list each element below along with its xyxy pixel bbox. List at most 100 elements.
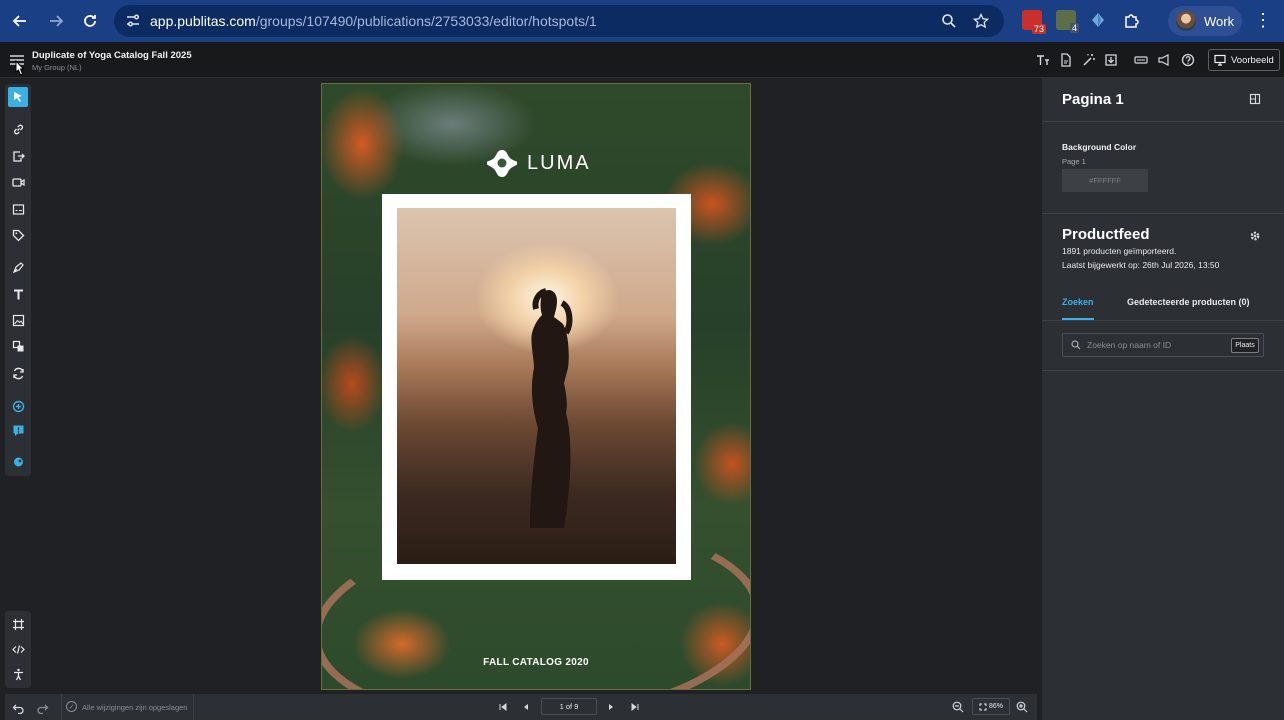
pen-tool[interactable]: [8, 257, 28, 277]
comment-tool[interactable]: [8, 420, 28, 440]
integration-tool[interactable]: [8, 451, 28, 471]
back-button[interactable]: [6, 7, 34, 35]
magic-wand-icon[interactable]: [1082, 53, 1096, 67]
search-icon: [1071, 340, 1081, 350]
zoom-out-icon[interactable]: [950, 699, 966, 715]
product-tag-tool[interactable]: [8, 225, 28, 245]
product-search-input[interactable]: [1087, 340, 1225, 350]
zoom-level-text: 86%: [988, 703, 1003, 710]
select-tool[interactable]: [8, 87, 28, 107]
reload-icon: [84, 15, 96, 27]
gear-icon[interactable]: [1248, 229, 1262, 243]
embed-code-tool[interactable]: [8, 639, 28, 659]
brand-name: LUMA: [527, 151, 591, 174]
divider: [1042, 320, 1284, 321]
preview-button[interactable]: Voorbeeld: [1208, 49, 1280, 71]
yoga-photo: [397, 208, 676, 564]
profile-label: Work: [1204, 13, 1235, 29]
zoom-level[interactable]: 86%: [972, 698, 1010, 715]
secondary-tool-palette: [5, 611, 31, 688]
forward-button[interactable]: [42, 7, 70, 35]
avatar: [1176, 11, 1196, 31]
undo-icon[interactable]: [10, 699, 26, 715]
page-link-tool[interactable]: [8, 146, 28, 166]
video-tool[interactable]: [8, 172, 28, 192]
redo-icon[interactable]: [34, 699, 50, 715]
productfeed-title: Productfeed: [1062, 226, 1150, 243]
layers-icon: [12, 340, 23, 351]
cursor-arrow-icon: [14, 92, 22, 102]
site-settings-icon[interactable]: [124, 12, 142, 30]
360-tool[interactable]: [8, 199, 28, 219]
page-arrow-icon: [12, 150, 25, 162]
diamond-extension-icon[interactable]: [1088, 10, 1108, 30]
link-tool[interactable]: [8, 119, 28, 139]
crop-grid-icon: [12, 618, 24, 630]
keyboard-icon[interactable]: [1134, 53, 1148, 67]
video-camera-icon: [11, 177, 25, 187]
replace-tool[interactable]: [8, 363, 28, 383]
save-status: ✓ Alle wijzigingen zijn opgeslagen: [61, 694, 195, 720]
droplet-gear-icon: [13, 457, 23, 466]
image-tool[interactable]: [8, 310, 28, 330]
tab-search[interactable]: Zoeken: [1062, 297, 1094, 307]
calendar-extension-icon[interactable]: 73: [1022, 10, 1046, 34]
browser-menu-icon[interactable]: ⋮: [1254, 11, 1272, 29]
extension-badge: 4: [1069, 23, 1079, 33]
properties-panel: Pagina 1 Background Color Page 1 #FFFFFF…: [1042, 78, 1284, 720]
url-host: app.publitas.com: [150, 13, 256, 29]
download-icon[interactable]: [1104, 53, 1118, 67]
accessibility-tool[interactable]: [8, 664, 28, 684]
product-search-box: Plaats: [1062, 333, 1264, 357]
luma-logo-icon: [487, 150, 517, 177]
background-color-sublabel: Page 1: [1062, 157, 1086, 166]
pdf-file-icon[interactable]: [1059, 53, 1073, 67]
last-page-icon[interactable]: [627, 699, 643, 715]
extension-badge: 73: [1031, 24, 1046, 34]
divider: [1042, 370, 1284, 371]
group-name: My Group (NL): [32, 63, 82, 72]
app-header: Duplicate of Yoga Catalog Fall 2025 My G…: [0, 42, 1284, 78]
next-page-icon[interactable]: [603, 699, 619, 715]
panel-title: Pagina 1: [1062, 91, 1124, 108]
bottom-toolbar: ✓ Alle wijzigingen zijn opgeslagen 1 of …: [5, 694, 1037, 720]
zoom-icon[interactable]: [940, 12, 958, 30]
crop-tool[interactable]: [8, 614, 28, 634]
panorama-icon: [12, 203, 24, 215]
previous-page-icon[interactable]: [518, 699, 534, 715]
comment-alert-icon: [13, 425, 23, 436]
browser-toolbar: app.publitas.com/groups/107490/publicati…: [0, 0, 1284, 42]
puzzle-extensions-icon[interactable]: [1122, 10, 1142, 30]
page-indicator[interactable]: 1 of 9: [541, 698, 597, 715]
publication-page[interactable]: LUMA FALL CATALOG 2020: [321, 83, 751, 690]
bookmark-star-icon[interactable]: [972, 12, 990, 30]
megaphone-icon[interactable]: [1157, 53, 1171, 67]
text-size-icon[interactable]: [1036, 53, 1050, 67]
address-bar[interactable]: app.publitas.com/groups/107490/publicati…: [114, 5, 1004, 37]
background-color-label: Background Color: [1062, 142, 1137, 152]
background-color-input[interactable]: #FFFFFF: [1062, 169, 1148, 192]
help-icon[interactable]: [1181, 53, 1195, 67]
link-icon: [13, 124, 23, 134]
tab-detected-products[interactable]: Gedetecteerde producten (0): [1127, 297, 1250, 307]
fit-screen-icon: [979, 703, 987, 710]
plus-circle-icon: [12, 400, 24, 412]
refresh-icon: [12, 367, 24, 379]
zoom-in-icon[interactable]: [1014, 699, 1030, 715]
profile-button[interactable]: Work: [1168, 6, 1242, 36]
productfeed-count: 1891 producten geïmporteerd.: [1062, 246, 1177, 256]
monitor-icon: [1214, 54, 1226, 66]
pen-nib-icon: [12, 261, 24, 273]
first-page-icon[interactable]: [495, 699, 511, 715]
page-layout-icon[interactable]: [1248, 92, 1262, 106]
reload-button[interactable]: [76, 7, 104, 35]
add-hotspot-tool[interactable]: [8, 396, 28, 416]
place-button[interactable]: Plaats: [1231, 337, 1259, 353]
photo-frame[interactable]: [382, 194, 691, 580]
text-tool[interactable]: [8, 284, 28, 304]
tool-palette: [5, 84, 31, 476]
brand-logo: LUMA: [487, 148, 591, 178]
divider: [1042, 213, 1284, 214]
grid-extension-icon[interactable]: 4: [1056, 10, 1079, 33]
layers-tool[interactable]: [8, 336, 28, 356]
